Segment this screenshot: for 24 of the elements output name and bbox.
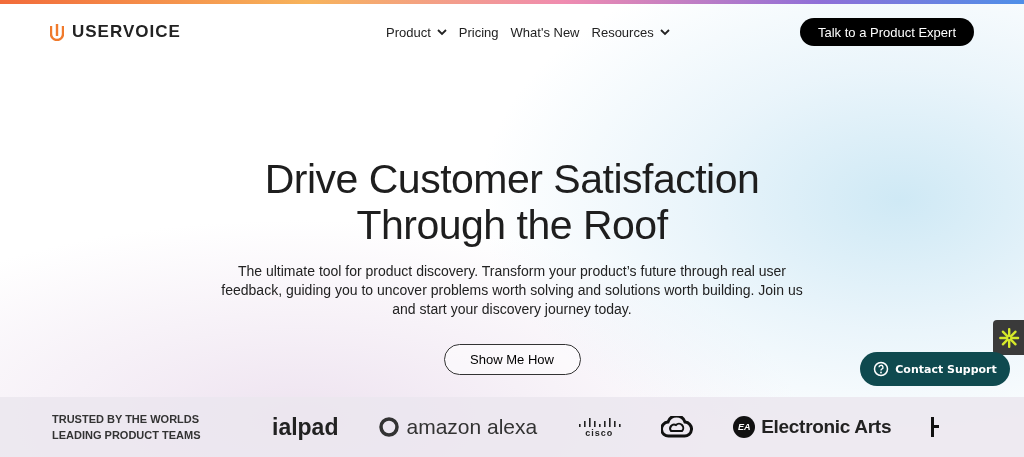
cta-button[interactable]: Talk to a Product Expert xyxy=(800,18,974,46)
nav-link[interactable]: Resources xyxy=(591,24,670,40)
brand-name: USERVOICE xyxy=(72,22,181,42)
logo-wordmark: Electronic Arts xyxy=(761,416,892,438)
hero-subtitle: The ultimate tool for product discovery. Transform your product’s future through real user feedback, guiding you to uncover problems worth solving and solutions worth building. Join us and start your discovery journey today. xyxy=(220,262,804,319)
trusted-label: TRUSTED BY THE WORLDS LEADING PRODUCT TEAMS xyxy=(52,412,202,443)
feedback-widget[interactable] xyxy=(993,320,1024,355)
hero-title: Drive Customer Satisfaction Through the Roof xyxy=(264,156,760,248)
nav-link[interactable]: Product xyxy=(386,24,447,40)
logo-wordmark: cisco xyxy=(585,427,614,438)
logo-badge: EA xyxy=(733,416,756,438)
help-icon xyxy=(873,361,890,377)
show-me-how-button[interactable]: Show Me How xyxy=(443,344,581,375)
bars-icon xyxy=(577,416,622,428)
nav-link[interactable]: What's New xyxy=(510,24,580,40)
ring-icon xyxy=(378,416,401,438)
contact-support-button[interactable]: Contact Support xyxy=(860,352,1010,386)
logo-fragment-icon xyxy=(931,417,940,437)
logo-wordmark: ialpad xyxy=(272,413,339,441)
logo-wordmark: amazon alexa xyxy=(406,415,538,439)
cloud-icon xyxy=(661,416,694,438)
asterisk-icon xyxy=(997,326,1020,349)
nav-link[interactable]: Pricing xyxy=(458,24,499,40)
logo-icon xyxy=(50,23,64,41)
